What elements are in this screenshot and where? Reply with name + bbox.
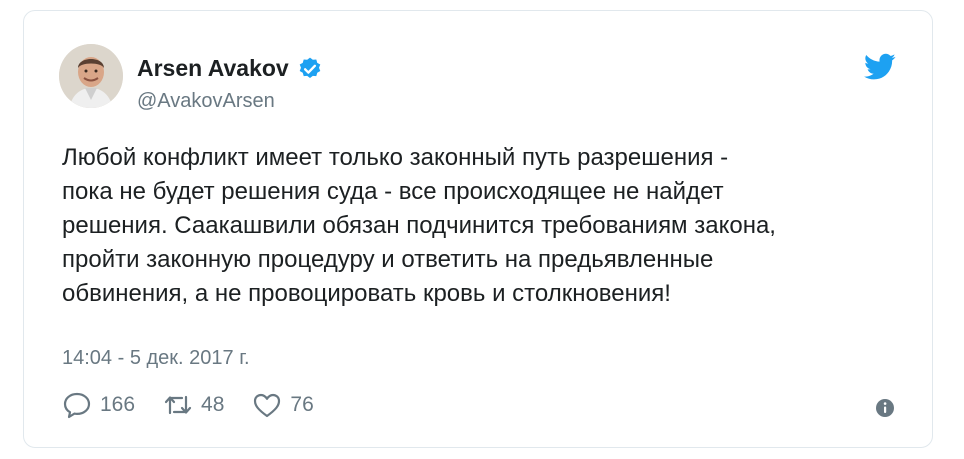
- retweet-count: 48: [201, 393, 225, 416]
- like-button[interactable]: 76: [252, 391, 314, 419]
- author-handle[interactable]: @AvakovArsen: [137, 90, 275, 113]
- twitter-bird-icon[interactable]: [864, 53, 896, 81]
- reply-count: 166: [100, 393, 136, 416]
- tweet-actions: 166 48 76: [62, 391, 342, 419]
- like-count: 76: [290, 393, 314, 416]
- author-name[interactable]: Arsen Avakov: [137, 55, 323, 82]
- reply-icon: [63, 392, 91, 419]
- retweet-icon: [164, 395, 192, 415]
- avatar[interactable]: [59, 44, 123, 108]
- info-icon[interactable]: [874, 397, 896, 419]
- heart-icon: [254, 393, 281, 418]
- verified-badge-icon: [297, 56, 323, 82]
- tweet-card: Arsen Avakov @AvakovArsen Любой конфликт…: [23, 10, 933, 448]
- tweet-timestamp[interactable]: 14:04 - 5 дек. 2017 г.: [62, 347, 250, 370]
- reply-button[interactable]: 166: [62, 391, 135, 419]
- retweet-button[interactable]: 48: [163, 391, 224, 419]
- tweet-text: Любой конфликт имеет только законный пут…: [62, 144, 776, 307]
- author-name-label: Arsen Avakov: [137, 55, 289, 81]
- avatar-photo: [59, 44, 123, 108]
